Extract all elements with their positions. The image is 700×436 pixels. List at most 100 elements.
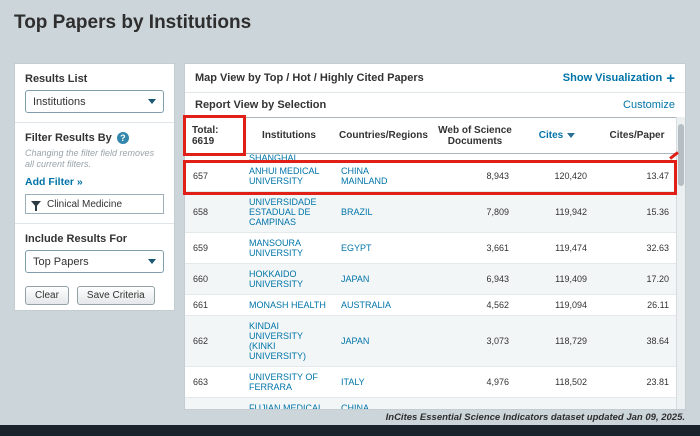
page: Top Papers by Institutions Results List … xyxy=(0,0,700,436)
col-countries-regions[interactable]: Countries/Regions xyxy=(335,118,432,154)
results-list-label: Results List xyxy=(25,73,164,85)
include-results-label: Include Results For xyxy=(25,233,164,245)
cites-per-paper-cell: 26.11 xyxy=(596,295,676,316)
country-link[interactable]: JAPAN xyxy=(335,264,432,295)
total-label: Total: xyxy=(192,125,239,136)
cites-per-paper-cell: 15.36 xyxy=(596,192,676,233)
chevron-down-icon xyxy=(148,99,156,104)
rank-cell: 664 xyxy=(185,398,243,410)
results-list-value: Institutions xyxy=(33,96,86,108)
documents-cell: 6,943 xyxy=(432,264,518,295)
col-cites[interactable]: Cites xyxy=(518,118,596,154)
country-cell xyxy=(335,154,432,162)
report-view-title: Report View by Selection xyxy=(195,99,326,111)
documents-cell: 3,661 xyxy=(432,233,518,264)
results-list-select[interactable]: Institutions xyxy=(25,90,164,113)
institution-link[interactable]: MANSOURA UNIVERSITY xyxy=(243,233,335,264)
cites-per-paper-cell: 32.63 xyxy=(596,233,676,264)
partial-row: SHANGHAI... xyxy=(185,154,676,162)
cites-per-paper-cell xyxy=(596,154,676,162)
cites-cell: 118,502 xyxy=(518,367,596,398)
country-link[interactable]: BRAZIL xyxy=(335,192,432,233)
cites-cell: 120,420 xyxy=(518,161,596,192)
include-results-select[interactable]: Top Papers xyxy=(25,250,164,273)
sidebar: Results List Institutions Filter Results… xyxy=(14,63,175,311)
table-row-659: 659 MANSOURA UNIVERSITY EGYPT 3,661 119,… xyxy=(185,233,676,264)
institution-link[interactable]: KINDAI UNIVERSITY (KINKI UNIVERSITY) xyxy=(243,316,335,367)
country-link[interactable]: EGYPT xyxy=(335,233,432,264)
country-link[interactable]: CHINA MAINLAND xyxy=(335,161,432,192)
cites-cell: 119,942 xyxy=(518,192,596,233)
help-icon[interactable]: ? xyxy=(117,132,129,144)
cites-cell: 119,474 xyxy=(518,233,596,264)
documents-cell: 4,562 xyxy=(432,295,518,316)
cites-cell xyxy=(518,154,596,162)
cites-cell: 119,094 xyxy=(518,295,596,316)
col-wos-documents[interactable]: Web of Science Documents xyxy=(432,118,518,154)
save-criteria-button[interactable]: Save Criteria xyxy=(77,286,155,305)
institution-link[interactable]: FUJIAN MEDICAL UNIVERSITY xyxy=(243,398,335,410)
total-header: Total: 6619 xyxy=(185,118,243,154)
active-filter-label: Clinical Medicine xyxy=(47,199,122,210)
rank-cell: 663 xyxy=(185,367,243,398)
main-panel: Map View by Top / Hot / Highly Cited Pap… xyxy=(184,63,686,410)
documents-cell: 7,809 xyxy=(432,192,518,233)
divider xyxy=(15,223,174,224)
filter-icon xyxy=(31,201,41,207)
divider xyxy=(15,122,174,123)
table-header-row: Total: 6619 Institutions Countries/Regio… xyxy=(185,118,676,154)
clear-button[interactable]: Clear xyxy=(25,286,69,305)
filter-by-row: Filter Results By ? xyxy=(25,132,164,144)
documents-cell: 4,976 xyxy=(432,367,518,398)
table-row-663: 663 UNIVERSITY OF FERRARA ITALY 4,976 11… xyxy=(185,367,676,398)
page-title: Top Papers by Institutions xyxy=(14,12,251,34)
table-row-660: 660 HOKKAIDO UNIVERSITY JAPAN 6,943 119,… xyxy=(185,264,676,295)
plus-icon: + xyxy=(666,70,675,87)
institution-link[interactable]: ANHUI MEDICAL UNIVERSITY xyxy=(243,161,335,192)
country-link[interactable]: AUSTRALIA xyxy=(335,295,432,316)
map-view-bar: Map View by Top / Hot / Highly Cited Pap… xyxy=(185,64,685,93)
add-filter-link[interactable]: Add Filter » xyxy=(25,176,83,188)
rank-cell: 662 xyxy=(185,316,243,367)
scrollbar-thumb[interactable] xyxy=(678,124,684,186)
country-link[interactable]: ITALY xyxy=(335,367,432,398)
chevron-down-icon xyxy=(148,259,156,264)
results-table-wrap: Total: 6619 Institutions Countries/Regio… xyxy=(185,117,676,409)
col-institutions[interactable]: Institutions xyxy=(243,118,335,154)
cites-per-paper-cell: 23.81 xyxy=(596,367,676,398)
customize-link[interactable]: Customize xyxy=(623,99,675,111)
institution-link[interactable]: UNIVERSIDADE ESTADUAL DE CAMPINAS xyxy=(243,192,335,233)
institution-link[interactable]: MONASH HEALTH xyxy=(243,295,335,316)
cites-per-paper-cell: 13.47 xyxy=(596,161,676,192)
filter-by-label: Filter Results By xyxy=(25,132,112,144)
show-visualization-link[interactable]: Show Visualization + xyxy=(563,70,675,87)
documents-cell xyxy=(432,154,518,162)
country-link[interactable]: JAPAN xyxy=(335,316,432,367)
cites-per-paper-cell: 17.20 xyxy=(596,264,676,295)
cites-per-paper-cell: 38.64 xyxy=(596,316,676,367)
institution-link[interactable]: SHANGHAI... xyxy=(243,154,335,162)
table-row-664: 664 FUJIAN MEDICAL UNIVERSITY CHINA MAIN… xyxy=(185,398,676,410)
sort-desc-icon xyxy=(567,133,575,138)
table-scrollbar[interactable] xyxy=(676,117,685,409)
show-visualization-label: Show Visualization xyxy=(563,72,662,84)
institution-link[interactable]: HOKKAIDO UNIVERSITY xyxy=(243,264,335,295)
rank-cell: 659 xyxy=(185,233,243,264)
rank-cell: 658 xyxy=(185,192,243,233)
active-filter[interactable]: Clinical Medicine xyxy=(25,194,164,214)
institution-link[interactable]: UNIVERSITY OF FERRARA xyxy=(243,367,335,398)
filter-note: Changing the filter field removes all cu… xyxy=(25,148,164,170)
documents-cell: 11,512 xyxy=(432,398,518,410)
include-results-value: Top Papers xyxy=(33,256,89,268)
partial-institution-text: SHANGHAI... xyxy=(249,154,329,161)
cites-per-paper-cell: 10.25 xyxy=(596,398,676,410)
sidebar-buttons: Clear Save Criteria xyxy=(25,286,164,305)
table-row-662: 662 KINDAI UNIVERSITY (KINKI UNIVERSITY)… xyxy=(185,316,676,367)
table-row-661: 661 MONASH HEALTH AUSTRALIA 4,562 119,09… xyxy=(185,295,676,316)
rank-cell xyxy=(185,154,243,162)
report-view-bar: Report View by Selection Customize xyxy=(185,93,685,117)
documents-cell: 8,943 xyxy=(432,161,518,192)
cites-cell: 119,409 xyxy=(518,264,596,295)
country-link[interactable]: CHINA MAINLAND xyxy=(335,398,432,410)
col-cites-per-paper[interactable]: Cites/Paper xyxy=(596,118,676,154)
